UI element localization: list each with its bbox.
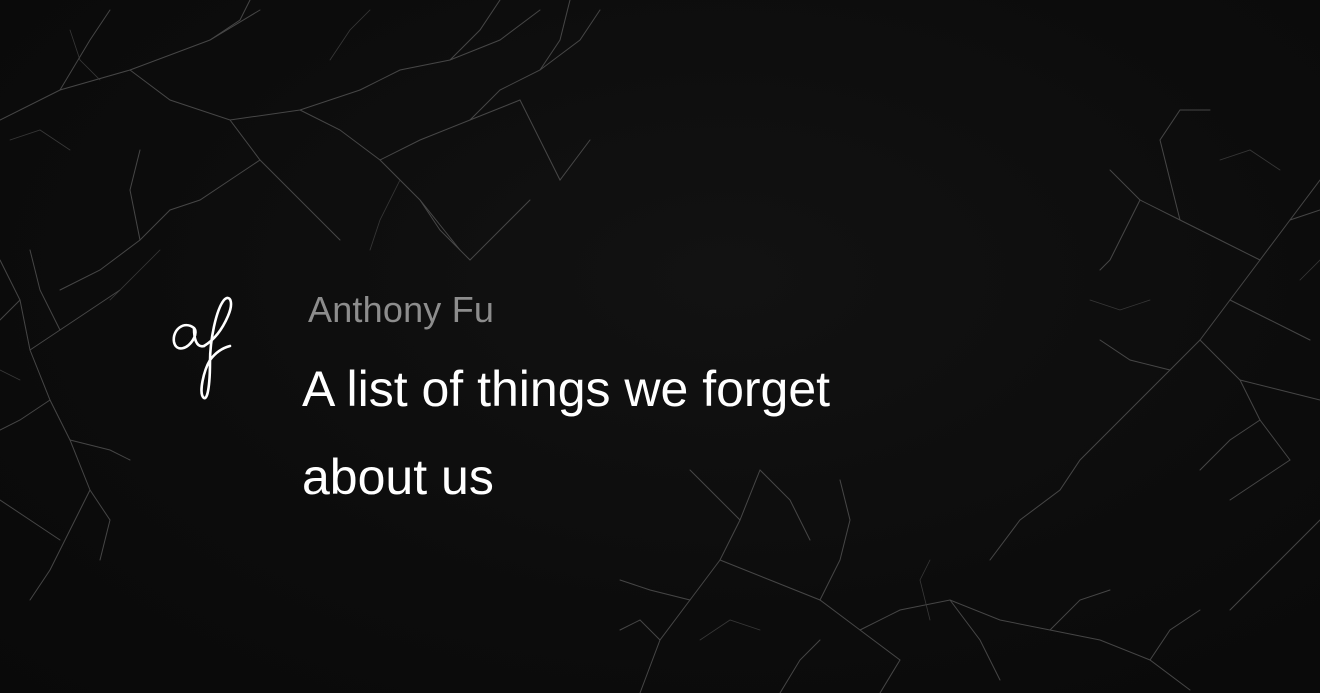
af-signature-logo-icon bbox=[172, 296, 233, 400]
og-image-card: Anthony Fu A list of things we forget ab… bbox=[0, 0, 1320, 693]
author-name: Anthony Fu bbox=[308, 289, 495, 330]
post-title: A list of things we forget about us bbox=[302, 361, 831, 505]
